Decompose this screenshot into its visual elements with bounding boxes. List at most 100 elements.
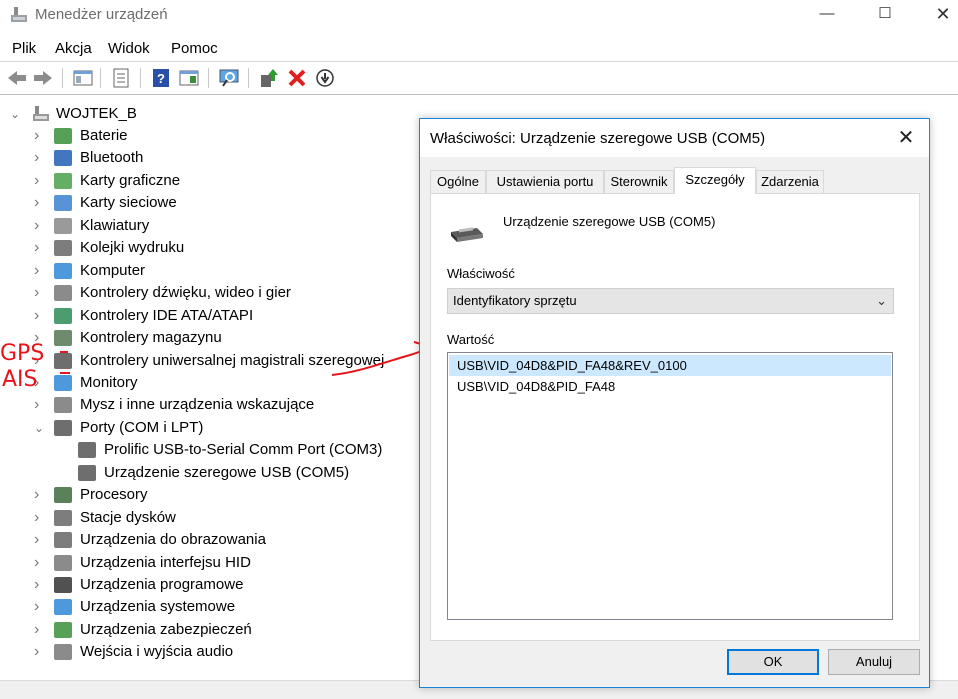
chevron-right-icon[interactable]: › bbox=[34, 619, 46, 641]
dialog-title-bar: Właściwości: Urządzenie szeregowe USB (C… bbox=[420, 119, 929, 157]
tree-category-item[interactable]: › Urządzenia zabezpieczeń bbox=[0, 619, 400, 641]
tree-category-item[interactable]: › Urządzenia programowe bbox=[0, 574, 400, 596]
minimize-button[interactable]: — bbox=[804, 2, 850, 28]
chevron-right-icon[interactable]: › bbox=[34, 170, 46, 192]
tree-category-item[interactable]: › Wejścia i wyjścia audio bbox=[0, 641, 400, 663]
dialog-title: Właściwości: Urządzenie szeregowe USB (C… bbox=[430, 130, 766, 147]
property-dropdown[interactable]: Identyfikatory sprzętu ⌄ bbox=[447, 288, 894, 314]
uninstall-device-icon[interactable] bbox=[286, 67, 308, 89]
tree-category-item[interactable]: › Kontrolery uniwersalnej magistrali szer… bbox=[0, 350, 400, 372]
chevron-right-icon[interactable]: › bbox=[34, 305, 46, 327]
serial-port-device-icon bbox=[451, 227, 483, 242]
properties-icon[interactable] bbox=[110, 67, 132, 89]
tab-details[interactable]: Szczegóły bbox=[674, 167, 756, 194]
menu-view[interactable]: Widok bbox=[108, 40, 150, 57]
tree-item-label: Karty graficzne bbox=[80, 171, 181, 189]
tab-general[interactable]: Ogólne bbox=[430, 170, 486, 194]
tree-item-label: Bluetooth bbox=[80, 149, 144, 167]
chevron-down-icon[interactable]: ⌄ bbox=[10, 103, 22, 125]
chevron-right-icon[interactable]: › bbox=[34, 372, 46, 394]
chevron-right-icon[interactable]: › bbox=[34, 529, 46, 551]
tree-category-item[interactable]: › Urządzenia systemowe bbox=[0, 596, 400, 618]
tree-category-item[interactable]: › Klawiatury bbox=[0, 215, 400, 237]
tab-events[interactable]: Zdarzenia bbox=[756, 170, 824, 194]
tree-category-item[interactable]: › Procesory bbox=[0, 484, 400, 506]
window-title: Menedżer urządzeń bbox=[35, 6, 168, 23]
tree-category-item[interactable]: › Komputer bbox=[0, 260, 400, 282]
system-device-icon bbox=[54, 599, 72, 616]
chevron-right-icon[interactable]: › bbox=[34, 574, 46, 596]
tree-item-label: Monitory bbox=[80, 373, 138, 391]
maximize-button[interactable]: ☐ bbox=[862, 2, 908, 28]
chevron-right-icon[interactable]: › bbox=[34, 484, 46, 506]
disable-device-icon[interactable] bbox=[314, 67, 336, 89]
port-icon bbox=[78, 442, 96, 459]
menu-file[interactable]: Plik bbox=[12, 40, 36, 57]
cancel-button[interactable]: Anuluj bbox=[828, 649, 920, 675]
chevron-down-icon[interactable]: ⌄ bbox=[34, 417, 46, 439]
tree-category-item[interactable]: › Karty graficzne bbox=[0, 170, 400, 192]
chevron-right-icon[interactable]: › bbox=[34, 125, 46, 147]
tree-category-item[interactable]: › Urządzenia do obrazowania bbox=[0, 529, 400, 551]
tree-category-item[interactable]: ⌄ Porty (COM i LPT) bbox=[0, 417, 400, 439]
tree-device-item[interactable]: Urządzenie szeregowe USB (COM5) bbox=[0, 462, 400, 484]
tree-category-item[interactable]: › Bluetooth bbox=[0, 147, 400, 169]
tree-item-label: Urządzenia do obrazowania bbox=[80, 531, 266, 549]
menu-help[interactable]: Pomoc bbox=[171, 40, 218, 57]
tree-category-item[interactable]: › Stacje dysków bbox=[0, 507, 400, 529]
monitor-icon bbox=[54, 374, 72, 391]
properties-dialog: Właściwości: Urządzenie szeregowe USB (C… bbox=[419, 118, 930, 688]
dialog-close-button[interactable]: ✕ bbox=[893, 125, 919, 151]
tree-category-item[interactable]: › Urządzenia interfejsu HID bbox=[0, 552, 400, 574]
tree-item-label: Kontrolery IDE ATA/ATAPI bbox=[80, 306, 254, 324]
chevron-right-icon[interactable]: › bbox=[34, 282, 46, 304]
tree-category-item[interactable]: › Baterie bbox=[0, 125, 400, 147]
chevron-right-icon[interactable]: › bbox=[34, 350, 46, 372]
chevron-right-icon[interactable]: › bbox=[34, 552, 46, 574]
chevron-right-icon[interactable]: › bbox=[34, 192, 46, 214]
menu-action[interactable]: Akcja bbox=[55, 40, 92, 57]
update-driver-icon[interactable] bbox=[258, 67, 280, 89]
property-label: Właściwość bbox=[447, 266, 515, 281]
tree-device-item[interactable]: Prolific USB-to-Serial Comm Port (COM3) bbox=[0, 439, 400, 461]
chevron-right-icon[interactable]: › bbox=[34, 507, 46, 529]
tree-category-item[interactable]: › Kontrolery magazynu bbox=[0, 327, 400, 349]
tree-item-label: Porty (COM i LPT) bbox=[80, 418, 204, 436]
mouse-icon bbox=[54, 397, 72, 414]
chevron-right-icon[interactable]: › bbox=[34, 596, 46, 618]
tab-driver[interactable]: Sterownik bbox=[604, 170, 674, 194]
forward-arrow-icon[interactable] bbox=[32, 67, 54, 89]
tree-item-label: Urządzenia systemowe bbox=[80, 598, 236, 616]
tree-category-item[interactable]: › Karty sieciowe bbox=[0, 192, 400, 214]
value-listbox[interactable]: USB\VID_04D8&PID_FA48&REV_0100 USB\VID_0… bbox=[447, 352, 893, 620]
chevron-right-icon[interactable]: › bbox=[34, 327, 46, 349]
chevron-right-icon[interactable]: › bbox=[34, 260, 46, 282]
value-list-item[interactable]: USB\VID_04D8&PID_FA48&REV_0100 bbox=[449, 355, 891, 376]
ok-button[interactable]: OK bbox=[727, 649, 819, 675]
chevron-right-icon[interactable]: › bbox=[34, 215, 46, 237]
value-list-item[interactable]: USB\VID_04D8&PID_FA48 bbox=[449, 376, 891, 397]
device-manager-icon bbox=[11, 7, 27, 22]
show-view-icon[interactable] bbox=[178, 67, 200, 89]
scan-hardware-icon[interactable] bbox=[218, 67, 240, 89]
tree-item-label: Kolejki wydruku bbox=[80, 239, 185, 257]
chevron-right-icon[interactable]: › bbox=[34, 237, 46, 259]
show-hide-console-tree-icon[interactable] bbox=[72, 67, 94, 89]
close-window-button[interactable]: ✕ bbox=[920, 2, 958, 28]
port-icon bbox=[78, 464, 96, 481]
tab-port-settings[interactable]: Ustawienia portu bbox=[486, 170, 604, 194]
back-arrow-icon[interactable] bbox=[6, 67, 28, 89]
help-icon[interactable]: ? bbox=[150, 67, 172, 89]
chevron-right-icon[interactable]: › bbox=[34, 641, 46, 663]
tree-category-item[interactable]: › Kolejki wydruku bbox=[0, 237, 400, 259]
tree-category-item[interactable]: › Kontrolery IDE ATA/ATAPI bbox=[0, 305, 400, 327]
tree-category-item[interactable]: › Monitory bbox=[0, 372, 400, 394]
tree-category-item[interactable]: › Mysz i inne urządzenia wskazujące bbox=[0, 394, 400, 416]
chevron-right-icon[interactable]: › bbox=[34, 394, 46, 416]
tree-category-item[interactable]: › Kontrolery dźwięku, wideo i gier bbox=[0, 282, 400, 304]
tree-item-label: Prolific USB-to-Serial Comm Port (COM3) bbox=[104, 441, 383, 459]
tree-root-node[interactable]: ⌄ WOJTEK_B bbox=[0, 103, 200, 125]
tree-item-label: Urządzenia interfejsu HID bbox=[80, 553, 251, 571]
chevron-right-icon[interactable]: › bbox=[34, 147, 46, 169]
speaker-icon bbox=[54, 285, 72, 302]
